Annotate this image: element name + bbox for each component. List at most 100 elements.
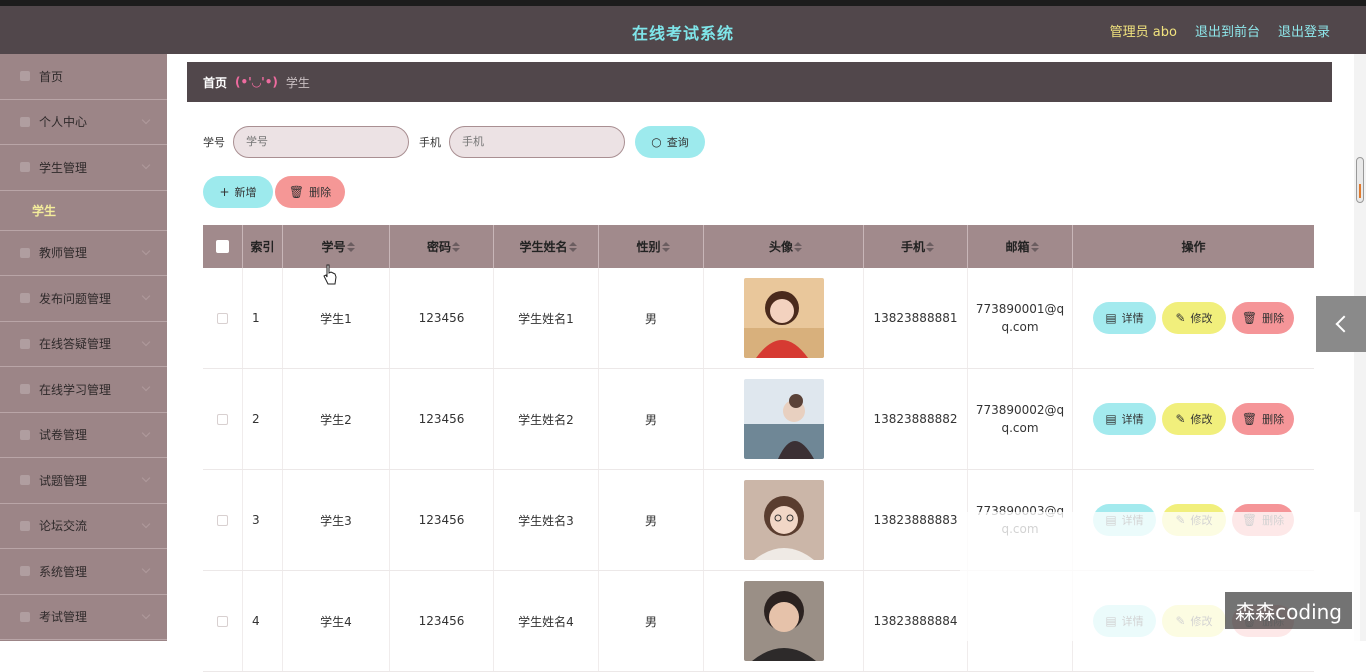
edit-button[interactable]: ✎ 修改 [1162, 302, 1226, 334]
edit-icon: ✎ [1175, 311, 1185, 325]
table-header: 索引 学号 密码 学生姓名 性别 头像 手机 邮箱 操作 [203, 225, 1314, 268]
scrollbar-thumb[interactable] [1356, 157, 1364, 203]
exit-to-front-link[interactable]: 退出到前台 [1195, 21, 1260, 40]
avatar [744, 278, 824, 358]
column-header-password[interactable]: 密码 [390, 225, 494, 268]
phone-cell: 13823888881 [864, 268, 968, 368]
sidebar-item-system[interactable]: 系统管理 [0, 549, 167, 595]
sidebar-item-label: 试题管理 [39, 472, 87, 489]
sidebar-item-label: 考试管理 [39, 608, 87, 625]
detail-button[interactable]: ▤详情 [1093, 403, 1156, 435]
index-cell: 2 [243, 369, 283, 469]
remove-button[interactable]: 🗑删除 [1232, 403, 1294, 435]
trash-icon: 🗑 [1242, 412, 1257, 426]
query-button[interactable]: ○ 查询 [635, 126, 705, 158]
row-select-cell [203, 571, 243, 671]
delete-button-label: 删除 [309, 184, 331, 200]
index-cell: 3 [243, 470, 283, 570]
table-row: 2 学生2 123456 学生姓名2 男 13823888882 7738900… [203, 369, 1314, 470]
student-id-cell: 学生2 [283, 369, 390, 469]
select-all-cell [203, 225, 243, 268]
trash-icon: 🗑 [289, 185, 304, 199]
column-header-label: 学号 [321, 238, 345, 255]
column-header-phone[interactable]: 手机 [864, 225, 968, 268]
delete-button[interactable]: 🗑 删除 [275, 176, 345, 208]
column-header-index: 索引 [243, 225, 283, 268]
sidebar-item-teachers[interactable]: 教师管理 [0, 231, 167, 277]
search-icon: ○ [651, 135, 661, 149]
name-cell: 学生姓名2 [494, 369, 599, 469]
column-header-avatar[interactable]: 头像 [704, 225, 864, 268]
email-text: 773890002@qq.com [975, 401, 1065, 437]
avatar [744, 581, 824, 661]
sidebar-item-exams[interactable]: 考试管理 [0, 595, 167, 641]
column-header-email[interactable]: 邮箱 [968, 225, 1073, 268]
row-select-cell [203, 470, 243, 570]
sidebar-item-label: 发布问题管理 [39, 290, 111, 307]
edit-button-label: 修改 [1191, 310, 1213, 326]
column-header-label: 操作 [1181, 238, 1205, 255]
doc-icon [20, 384, 30, 394]
detail-icon: ▤ [1105, 412, 1116, 426]
breadcrumb-home[interactable]: 首页 [203, 74, 227, 91]
avatar [744, 379, 824, 459]
column-header-label: 密码 [427, 238, 451, 255]
edit-button-label: 修改 [1191, 411, 1213, 427]
sidebar-subitem-student[interactable]: 学生 [0, 191, 167, 231]
detail-button-label: 详情 [1122, 310, 1144, 326]
name-cell: 学生姓名3 [494, 470, 599, 570]
list-icon [20, 521, 30, 531]
chevron-down-icon [142, 115, 150, 123]
user-icon [20, 117, 30, 127]
chevron-down-icon [142, 161, 150, 169]
add-button[interactable]: +新增 [203, 176, 273, 208]
sidebar-item-label: 教师管理 [39, 244, 87, 261]
sidebar-item-label: 论坛交流 [39, 517, 87, 534]
gender-cell: 男 [599, 369, 704, 469]
row-checkbox[interactable] [217, 313, 228, 324]
column-header-student-id[interactable]: 学号 [283, 225, 390, 268]
column-header-label: 手机 [901, 238, 925, 255]
select-all-checkbox[interactable] [216, 240, 229, 253]
row-checkbox[interactable] [217, 616, 228, 627]
hand-cursor-icon [323, 264, 337, 286]
trash-icon: 🗑 [1242, 311, 1257, 325]
edit-button[interactable]: ✎修改 [1162, 403, 1226, 435]
list-icon [20, 293, 30, 303]
name-cell: 学生姓名4 [494, 571, 599, 671]
sidebar-item-profile[interactable]: 个人中心 [0, 100, 167, 146]
chevron-down-icon [142, 428, 150, 436]
chevron-down-icon [142, 565, 150, 573]
sidebar-item-items[interactable]: 试题管理 [0, 458, 167, 504]
breadcrumb-separator: (•'◡'•) [235, 75, 278, 89]
chevron-down-icon [142, 474, 150, 482]
sidebar-item-label: 学生管理 [39, 159, 87, 176]
collapse-panel-button[interactable] [1316, 296, 1366, 352]
email-text: 773890001@qq.com [975, 300, 1065, 336]
student-id-input[interactable] [233, 126, 409, 158]
sidebar-item-papers[interactable]: 试卷管理 [0, 413, 167, 459]
gender-cell: 男 [599, 268, 704, 368]
column-header-label: 索引 [250, 238, 274, 255]
column-header-gender[interactable]: 性别 [599, 225, 704, 268]
remove-button[interactable]: 🗑 删除 [1232, 302, 1294, 334]
logout-link[interactable]: 退出登录 [1278, 21, 1330, 40]
column-header-name[interactable]: 学生姓名 [494, 225, 599, 268]
query-button-label: 查询 [667, 134, 689, 150]
phone-input[interactable] [449, 126, 625, 158]
row-select-cell [203, 268, 243, 368]
row-checkbox[interactable] [217, 515, 228, 526]
remove-button-label: 删除 [1262, 310, 1284, 326]
detail-button[interactable]: ▤详情 [1093, 302, 1156, 334]
sidebar-item-students[interactable]: 学生管理 [0, 145, 167, 191]
scroll-indicator [1359, 184, 1361, 198]
send-icon [20, 248, 30, 258]
sidebar-item-questions[interactable]: 发布问题管理 [0, 276, 167, 322]
sidebar-item-learning[interactable]: 在线学习管理 [0, 367, 167, 413]
row-checkbox[interactable] [217, 414, 228, 425]
sidebar-item-home[interactable]: 首页 [0, 54, 167, 100]
home-icon [20, 71, 30, 81]
sidebar-item-label: 系统管理 [39, 563, 87, 580]
sidebar-item-forum[interactable]: 论坛交流 [0, 504, 167, 550]
sidebar-item-qa[interactable]: 在线答疑管理 [0, 322, 167, 368]
